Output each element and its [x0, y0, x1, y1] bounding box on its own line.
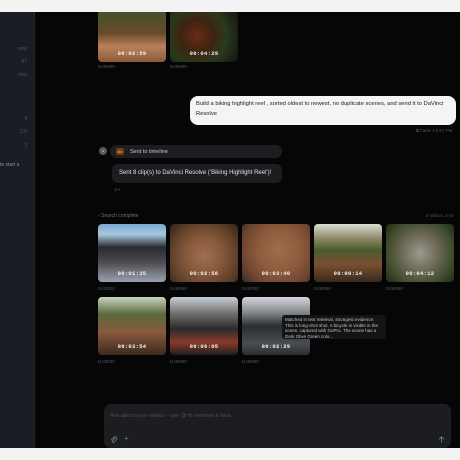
match-tooltip: Matched in text retrieval, strongest evi…: [282, 315, 386, 339]
paperclip-icon[interactable]: [110, 436, 118, 444]
sidebar-item-value[interactable]: 4: [24, 116, 27, 122]
send-arrow-icon[interactable]: [437, 435, 446, 444]
video-thumbnail[interactable]: 00:01:35: [98, 224, 166, 282]
message-composer: +: [104, 404, 451, 448]
video-name: DJI5999: [242, 359, 259, 364]
sidebar-item-time[interactable]: now: [18, 72, 27, 78]
video-name: DJI5999: [386, 286, 403, 291]
video-thumbnail[interactable]: 00:03:40: [242, 224, 310, 282]
sidebar-item-time[interactable]: now: [18, 46, 27, 52]
user-message-bubble: Build a biking highlight reel , sorted o…: [190, 96, 456, 125]
video-thumbnail[interactable]: 00:06:05: [170, 297, 238, 355]
video-duration: 00:02:59: [117, 50, 147, 57]
sidebar-truncated-text: to start a: [0, 162, 20, 168]
video-duration: 00:04:12: [405, 270, 435, 277]
video-name: DJI3000: [98, 359, 115, 364]
sidebar-item-value[interactable]: 3: [24, 143, 27, 149]
video-duration: 00:00:14: [333, 270, 363, 277]
search-status-label: Search complete: [101, 213, 139, 219]
message-timestamp: Fable 4.5 ET PM: [420, 128, 453, 133]
video-name: DJI5999: [170, 64, 187, 69]
davinci-icon: dc: [116, 148, 124, 155]
video-thumbnail[interactable]: 00:02:56: [170, 224, 238, 282]
sidebar-item-count[interactable]: 87: [21, 59, 27, 65]
sidebar: now 87 now 4 2.5 3 to start a: [0, 12, 35, 448]
app-root: now 87 now 4 2.5 3 to start a 00:02:59 D…: [0, 0, 460, 460]
video-duration: 00:06:05: [189, 343, 219, 350]
video-thumbnail[interactable]: 00:04:29: [170, 12, 238, 62]
video-duration: 00:03:54: [117, 343, 147, 350]
message-input[interactable]: [110, 411, 410, 421]
message-meta: ⧉ Fable 4.5 ET PM: [416, 128, 452, 133]
sidebar-item-value[interactable]: 2.5: [20, 129, 27, 135]
video-thumbnail[interactable]: 00:00:14: [314, 224, 382, 282]
assistant-avatar-dot: [102, 150, 104, 152]
search-count-note: 8 videos, 4 se: [426, 213, 454, 218]
assistant-message-bubble: Sent 8 clip(s) to DaVinci Resolve ('Biki…: [112, 164, 282, 183]
search-status[interactable]: ‹ Search complete: [98, 213, 139, 219]
video-name: DJI3000: [98, 286, 115, 291]
video-name: DJI5000: [242, 286, 259, 291]
video-name: DJI5999: [170, 359, 187, 364]
video-duration: 00:02:56: [189, 270, 219, 277]
video-name: DJI5999: [314, 286, 331, 291]
video-duration: 00:03:40: [261, 270, 291, 277]
video-duration: 00:04:29: [189, 50, 219, 57]
video-thumbnail[interactable]: 00:02:59: [98, 12, 166, 62]
tool-call-label: Sent to timeline: [130, 148, 168, 155]
video-duration: 00:02:29: [261, 343, 291, 350]
tool-call-pill[interactable]: dc Sent to timeline: [110, 145, 282, 158]
video-thumbnail[interactable]: 00:03:54: [98, 297, 166, 355]
app-window: now 87 now 4 2.5 3 to start a 00:02:59 D…: [0, 12, 460, 448]
plus-icon[interactable]: +: [124, 435, 129, 443]
video-name: DJI5999: [98, 64, 115, 69]
message-timestamp: 1m: [114, 187, 120, 192]
video-name: DJI5999: [170, 286, 187, 291]
video-thumbnail[interactable]: 00:04:12: [386, 224, 454, 282]
video-duration: 00:01:35: [117, 270, 147, 277]
